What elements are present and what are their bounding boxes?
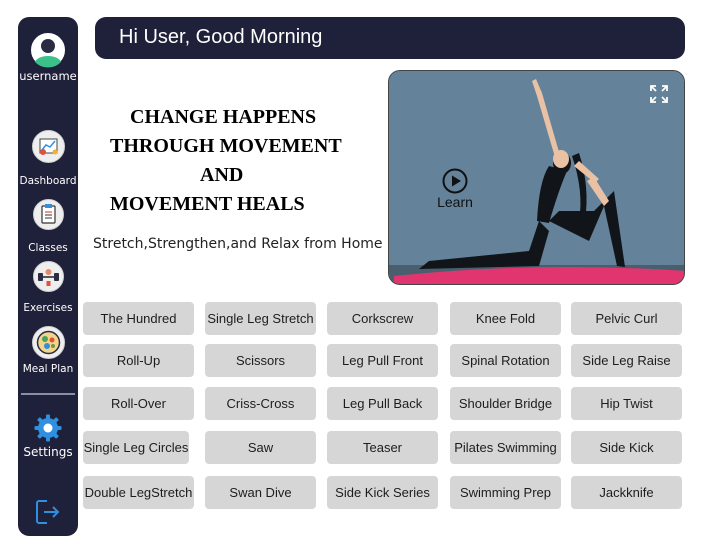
exercise-button[interactable]: Scissors — [205, 344, 316, 377]
meal-bowl-icon — [31, 326, 65, 359]
exercise-button[interactable]: Side Kick Series — [327, 476, 438, 509]
video-player[interactable]: Learn — [388, 70, 685, 285]
exercise-button[interactable]: Knee Fold — [450, 302, 561, 335]
headline-line: THROUGH MOVEMENT — [110, 135, 342, 157]
exercise-button[interactable]: Single Leg Circles — [83, 431, 189, 464]
exercise-button[interactable]: Roll-Up — [83, 344, 194, 377]
sidebar-item-label: Dashboard — [19, 175, 77, 187]
exercise-button[interactable]: Swimming Prep — [450, 476, 561, 509]
dashboard-chart-icon — [31, 130, 65, 163]
exercise-button[interactable]: Leg Pull Front — [327, 344, 438, 377]
gear-icon — [34, 414, 62, 442]
exercise-button[interactable]: Criss-Cross — [205, 387, 316, 420]
clipboard-icon — [32, 199, 64, 230]
greeting-title: Hi User, Good Morning — [119, 26, 323, 48]
exercise-button[interactable]: Side Leg Raise — [571, 344, 682, 377]
headline-line: CHANGE HAPPENS — [130, 106, 317, 128]
avatar-icon — [29, 31, 67, 69]
exercise-button[interactable]: Hip Twist — [571, 387, 682, 420]
sidebar-item-dashboard[interactable]: Dashboard — [18, 130, 78, 188]
logout-button[interactable] — [18, 497, 78, 527]
exercise-button[interactable]: The Hundred — [83, 302, 194, 335]
header-bar: Hi User, Good Morning — [95, 17, 685, 59]
exercise-button[interactable]: Pelvic Curl — [571, 302, 682, 335]
dumbbell-icon — [32, 261, 64, 292]
exercise-button[interactable]: Saw — [205, 431, 316, 464]
headline-line: MOVEMENT HEALS — [110, 193, 305, 215]
learn-play-button[interactable]: Learn — [433, 168, 477, 210]
exercise-button[interactable]: Double LegStretch — [83, 476, 194, 509]
sidebar-item-meal-plan[interactable]: Meal Plan — [18, 326, 78, 376]
sidebar: username Dashboard Classes Exercises Mea… — [18, 17, 78, 536]
sidebar-item-label: Meal Plan — [22, 363, 74, 375]
exercise-button[interactable]: Roll-Over — [83, 387, 194, 420]
hero-headline: CHANGE HAPPENS THROUGH MOVEMENT AND MOVE… — [105, 103, 355, 219]
expand-icon[interactable] — [650, 85, 668, 103]
play-icon — [442, 168, 468, 194]
exercise-button[interactable]: Swan Dive — [205, 476, 316, 509]
exercise-button[interactable]: Single Leg Stretch — [205, 302, 316, 335]
sidebar-item-exercises[interactable]: Exercises — [18, 261, 78, 315]
exercise-button[interactable]: Side Kick — [571, 431, 682, 464]
learn-label: Learn — [437, 194, 473, 210]
username-label: username — [19, 69, 77, 83]
sidebar-item-settings[interactable]: Settings — [18, 413, 78, 459]
hero-subtitle: Stretch,Strengthen,and Relax from Home — [93, 236, 383, 252]
sidebar-item-label: Classes — [28, 242, 68, 254]
sidebar-divider — [21, 393, 75, 395]
user-profile[interactable]: username — [18, 31, 78, 83]
sidebar-item-classes[interactable]: Classes — [18, 199, 78, 255]
exercise-button[interactable]: Teaser — [327, 431, 438, 464]
logout-icon — [36, 500, 60, 524]
exercise-button[interactable]: Pilates Swimming — [450, 431, 561, 464]
exercise-button[interactable]: Corkscrew — [327, 302, 438, 335]
exercise-button[interactable]: Leg Pull Back — [327, 387, 438, 420]
sidebar-item-label: Settings — [23, 445, 73, 459]
headline-line: AND — [200, 164, 244, 186]
sidebar-item-label: Exercises — [23, 302, 73, 314]
exercise-button[interactable]: Spinal Rotation — [450, 344, 561, 377]
exercise-button[interactable]: Shoulder Bridge — [450, 387, 561, 420]
exercise-button[interactable]: Jackknife — [571, 476, 682, 509]
